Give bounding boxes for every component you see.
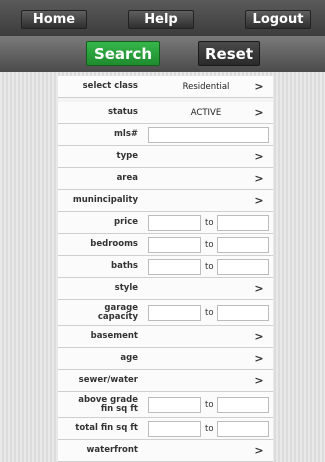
field-label-line: fin sq ft <box>100 403 138 414</box>
select-class-value: Residential <box>182 81 230 92</box>
select-class-row[interactable]: select class Residential > <box>58 76 273 98</box>
type-row[interactable]: type > <box>58 146 273 168</box>
waterfront-row[interactable]: waterfront > <box>58 440 273 462</box>
mls-input[interactable] <box>148 126 269 143</box>
garage-to-input[interactable] <box>217 304 269 321</box>
bedrooms-row: bedrooms to <box>58 234 273 256</box>
chevron-right-icon: > <box>254 330 264 343</box>
above-grade-from-input[interactable] <box>148 396 201 413</box>
field-label: baths <box>111 261 138 271</box>
bedrooms-from-input[interactable] <box>148 236 201 253</box>
status-value: ACTIVE <box>190 107 222 118</box>
field-label: type <box>116 151 138 161</box>
chevron-right-icon: > <box>254 172 264 185</box>
field-label: style <box>114 283 138 293</box>
field-label: age <box>120 353 138 363</box>
chevron-right-icon: > <box>254 374 264 387</box>
help-button[interactable]: Help <box>128 10 194 29</box>
price-row: price to <box>58 212 273 234</box>
logout-button[interactable]: Logout <box>245 10 311 29</box>
to-label: to <box>205 399 214 410</box>
chevron-right-icon: > <box>254 150 264 163</box>
field-label-line: capacity <box>97 311 138 322</box>
total-fin-sq-ft-row: total fin sq ft to <box>58 418 273 440</box>
to-label: to <box>205 217 214 228</box>
chevron-right-icon: > <box>254 282 264 295</box>
to-label: to <box>205 239 214 250</box>
search-form: select class Residential > status ACTIVE… <box>58 76 273 462</box>
action-bar <box>0 36 325 72</box>
status-row[interactable]: status ACTIVE > <box>58 102 273 124</box>
to-label: to <box>205 423 214 434</box>
field-label: munincipality <box>72 195 138 205</box>
total-fin-from-input[interactable] <box>148 420 201 437</box>
style-row[interactable]: style > <box>58 278 273 300</box>
field-label: sewer/water <box>78 375 138 385</box>
chevron-right-icon: > <box>254 194 264 207</box>
field-label: garage capacity <box>58 303 138 322</box>
baths-from-input[interactable] <box>148 258 201 275</box>
field-label: waterfront <box>86 445 138 455</box>
baths-row: baths to <box>58 256 273 278</box>
field-label: basement <box>90 331 138 341</box>
field-label: total fin sq ft <box>75 423 138 433</box>
garage-capacity-row: garage capacity to <box>58 300 273 326</box>
field-label: area <box>116 173 138 183</box>
field-label: status <box>107 107 138 117</box>
municipality-row[interactable]: munincipality > <box>58 190 273 212</box>
home-button[interactable]: Home <box>21 10 87 29</box>
sewer-water-row[interactable]: sewer/water > <box>58 370 273 392</box>
to-label: to <box>205 307 214 318</box>
field-label: bedrooms <box>90 239 138 249</box>
total-fin-to-input[interactable] <box>217 420 269 437</box>
search-button[interactable]: Search <box>86 41 160 66</box>
age-row[interactable]: age > <box>58 348 273 370</box>
area-row[interactable]: area > <box>58 168 273 190</box>
chevron-right-icon: > <box>254 80 264 93</box>
price-to-input[interactable] <box>217 214 269 231</box>
basement-row[interactable]: basement > <box>58 326 273 348</box>
chevron-right-icon: > <box>254 444 264 457</box>
chevron-right-icon: > <box>254 106 264 119</box>
above-grade-to-input[interactable] <box>217 396 269 413</box>
field-label: select class <box>82 81 138 91</box>
price-from-input[interactable] <box>148 214 201 231</box>
field-label: price <box>114 217 138 227</box>
chevron-right-icon: > <box>254 352 264 365</box>
above-grade-row: above grade fin sq ft to <box>58 392 273 418</box>
mls-row: mls# <box>58 124 273 146</box>
to-label: to <box>205 261 214 272</box>
field-label: above grade fin sq ft <box>58 395 138 414</box>
field-label: mls# <box>114 129 138 139</box>
reset-button[interactable]: Reset <box>198 41 260 66</box>
baths-to-input[interactable] <box>217 258 269 275</box>
bedrooms-to-input[interactable] <box>217 236 269 253</box>
garage-from-input[interactable] <box>148 304 201 321</box>
